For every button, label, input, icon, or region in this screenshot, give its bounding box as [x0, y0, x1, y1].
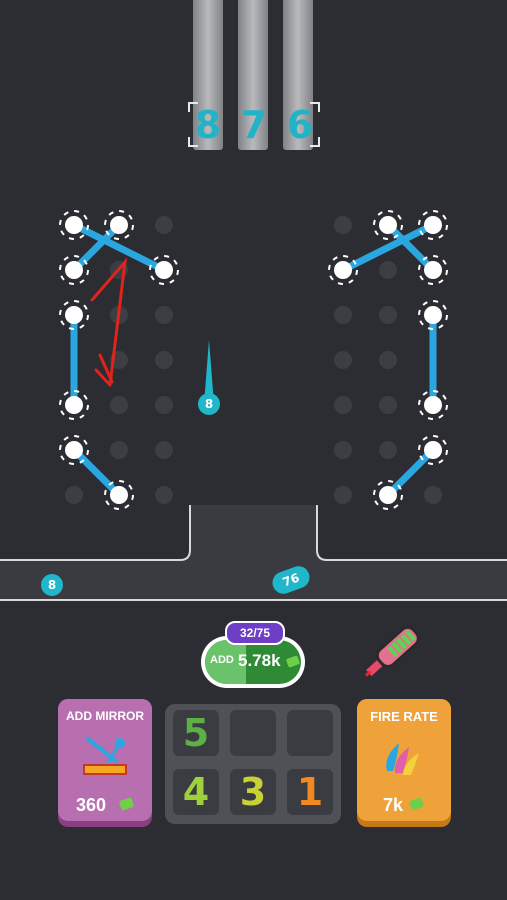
ball: 8 — [41, 574, 63, 596]
progress-text: 32/75 — [239, 626, 271, 640]
add-mirror-title: ADD MIRROR — [66, 709, 144, 723]
cash-icon — [285, 655, 301, 668]
add-mirror-cost: 360 — [76, 795, 107, 815]
merge-slot[interactable] — [287, 710, 333, 756]
merge-slot[interactable]: 3 — [230, 769, 276, 815]
merge-slot[interactable] — [230, 710, 276, 756]
laser-gun-icon[interactable] — [352, 606, 442, 692]
grid-dots — [65, 216, 442, 504]
merge-slot[interactable]: 4 — [173, 769, 219, 815]
merge-grid: 5 4 3 1 — [165, 704, 341, 824]
merge-slot[interactable]: 5 — [173, 710, 219, 756]
add-mirror-card[interactable]: ADD MIRROR 360 — [58, 699, 152, 827]
paint-drops-icon — [386, 743, 419, 775]
add-cost: 5.78k — [238, 651, 281, 670]
play-board[interactable] — [0, 0, 507, 620]
merge-slot[interactable]: 1 — [287, 769, 333, 815]
mirror-icon — [83, 737, 127, 775]
fire-rate-cost: 7k — [383, 795, 404, 815]
fire-rate-title: FIRE RATE — [370, 709, 438, 724]
ball: 8 — [198, 393, 220, 415]
conveyor-track — [0, 505, 507, 600]
ball-label: 76 — [280, 570, 302, 590]
add-label: ADD — [210, 654, 234, 666]
progress-badge: 32/75 — [225, 621, 285, 645]
fire-rate-card[interactable]: FIRE RATE 7k — [357, 699, 451, 827]
